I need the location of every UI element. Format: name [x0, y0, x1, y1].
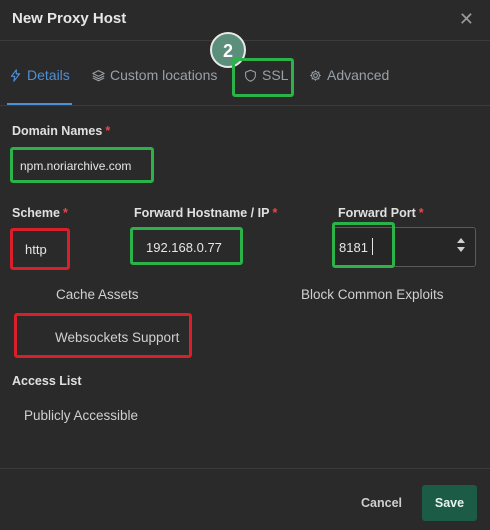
cache-assets-toggle[interactable]: Cache Assets: [56, 287, 139, 302]
domain-names-label: Domain Names *: [12, 124, 111, 138]
gear-icon: [310, 69, 321, 81]
save-button[interactable]: Save: [422, 485, 477, 521]
forward-hostname-label: Forward Hostname / IP *: [134, 206, 278, 220]
forward-hostname-input[interactable]: 192.168.0.77: [146, 240, 222, 255]
access-list-select[interactable]: Publicly Accessible: [24, 408, 138, 423]
port-stepper[interactable]: [457, 238, 465, 256]
ssl-tab-highlight: [232, 58, 294, 97]
footer-divider: [0, 468, 490, 469]
scheme-select[interactable]: http: [25, 242, 47, 257]
modal-header: New Proxy Host ✕: [0, 0, 490, 41]
tab-details-label: Details: [27, 67, 70, 83]
tab-custom-locations-label: Custom locations: [110, 67, 218, 83]
tab-advanced[interactable]: Advanced: [309, 67, 389, 83]
tab-details[interactable]: Details: [7, 67, 72, 105]
scheme-label: Scheme *: [12, 206, 68, 220]
domain-names-field[interactable]: npm.noriarchive.com: [20, 159, 131, 173]
forward-port-label: Forward Port *: [338, 206, 424, 220]
modal-title: New Proxy Host: [12, 10, 127, 27]
forward-port-value: 8181: [339, 240, 368, 255]
websockets-toggle[interactable]: Websockets Support: [55, 330, 179, 345]
access-list-label: Access List: [12, 374, 82, 388]
chevron-down-icon[interactable]: [457, 247, 465, 252]
tab-custom-locations[interactable]: Custom locations: [92, 67, 217, 83]
block-exploits-toggle[interactable]: Block Common Exploits: [301, 287, 444, 302]
cancel-button[interactable]: Cancel: [361, 496, 402, 510]
lightning-icon: [10, 68, 21, 82]
close-icon[interactable]: ✕: [459, 9, 474, 30]
chevron-up-icon[interactable]: [457, 238, 465, 243]
tab-advanced-label: Advanced: [327, 67, 390, 83]
text-cursor: [372, 238, 373, 255]
layers-icon: [92, 69, 105, 81]
